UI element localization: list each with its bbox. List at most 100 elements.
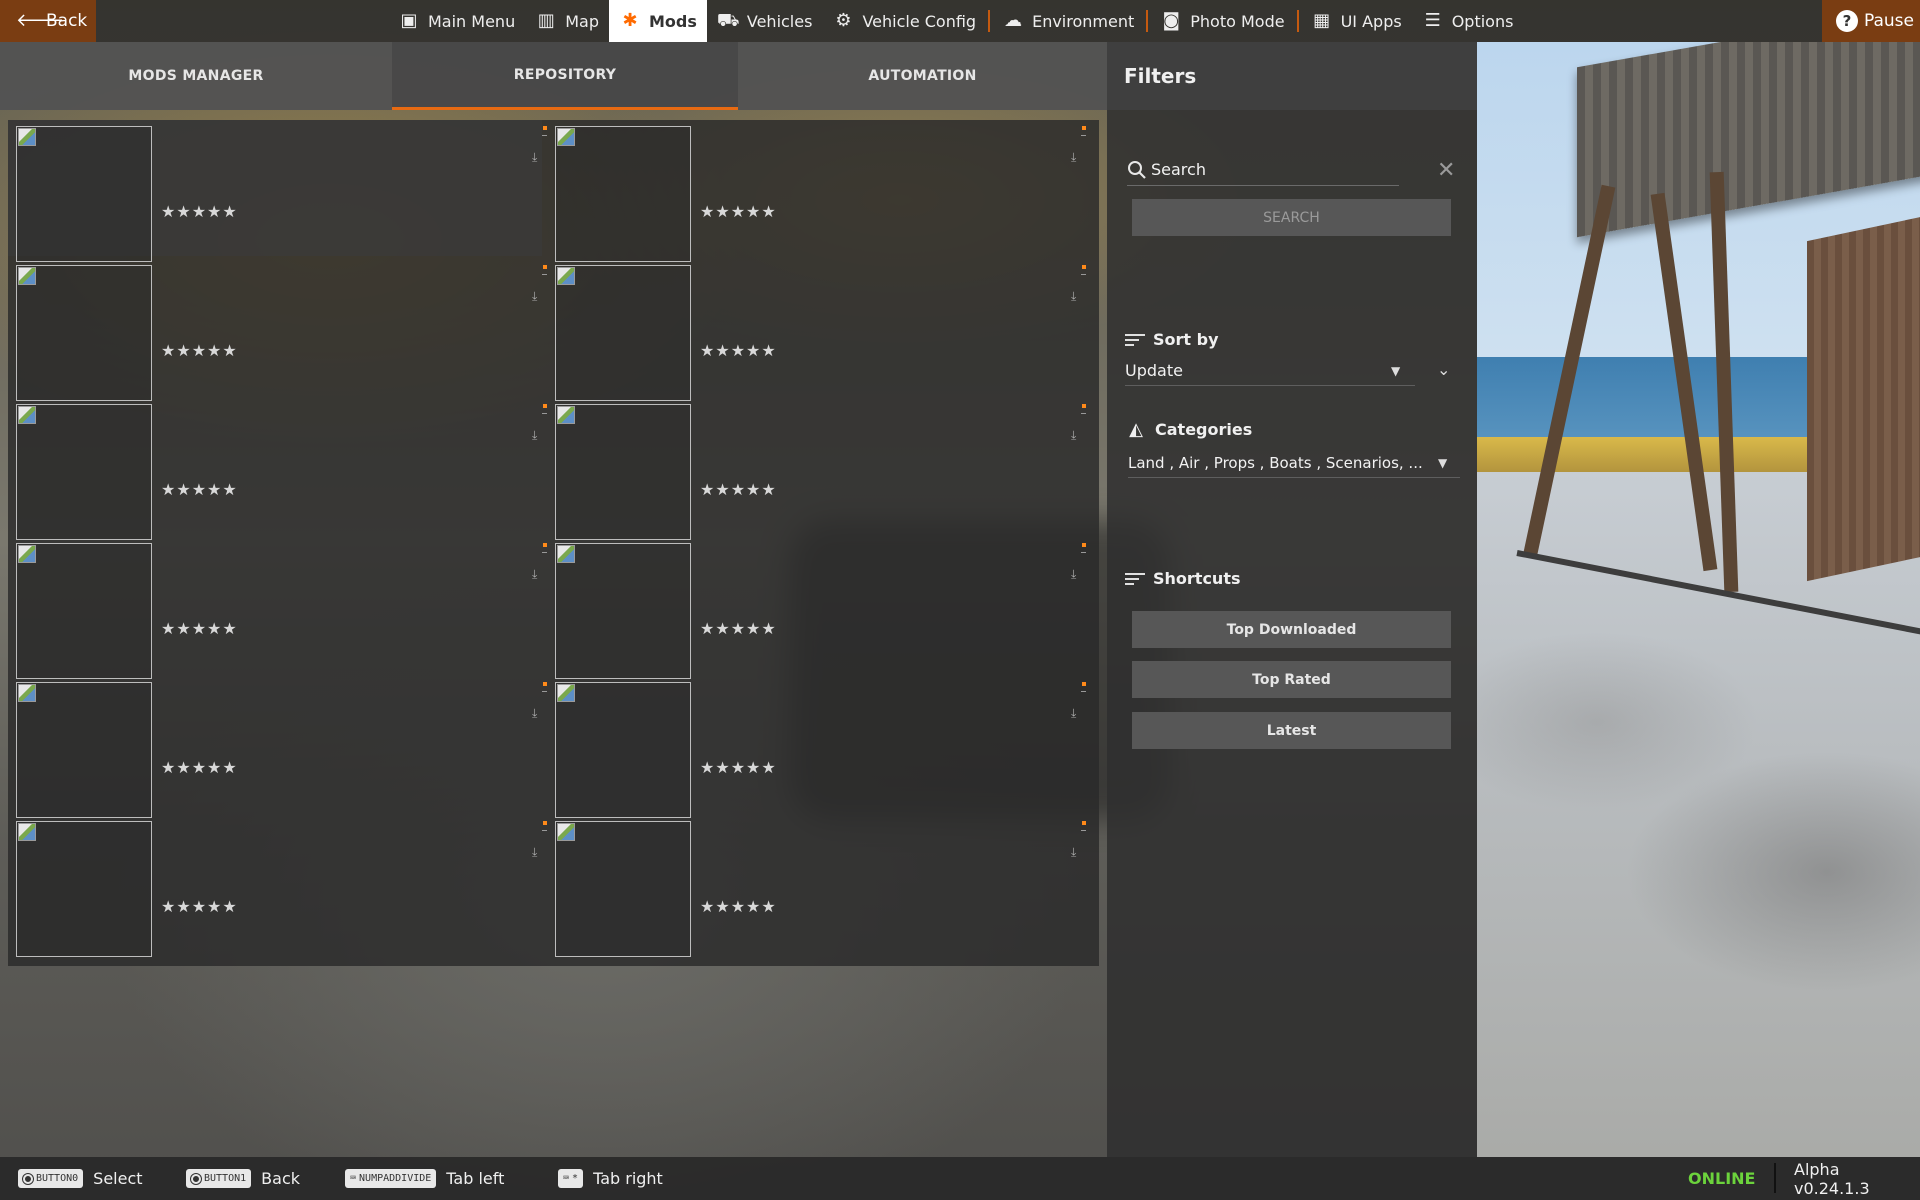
mod-thumbnail bbox=[555, 265, 691, 401]
key-badge: ⌨ NUMPADDIVIDE bbox=[345, 1169, 437, 1188]
sort-direction-chevron-icon[interactable]: ⌄ bbox=[1437, 360, 1450, 379]
clear-search-icon[interactable]: ✕ bbox=[1437, 158, 1455, 183]
shortcuts-title: Shortcuts bbox=[1125, 569, 1241, 588]
download-icon[interactable]: ⤓ bbox=[532, 289, 537, 304]
mod-card[interactable]: ★★★★★ ⤓ bbox=[547, 259, 1086, 401]
search-button[interactable]: SEARCH bbox=[1132, 199, 1451, 236]
nav-item-ui-apps[interactable]: ▦ UI Apps bbox=[1301, 0, 1412, 42]
mod-card[interactable]: ★★★★★ ⤓ bbox=[8, 815, 547, 957]
mod-status-dash bbox=[1081, 691, 1086, 692]
download-icon[interactable]: ⤓ bbox=[1071, 567, 1076, 582]
tab-automation[interactable]: AUTOMATION bbox=[738, 42, 1107, 110]
categories-select[interactable]: Land , Air , Props , Boats , Scenarios, … bbox=[1128, 448, 1460, 478]
shortcuts-icon bbox=[1125, 570, 1145, 588]
download-icon[interactable]: ⤓ bbox=[532, 150, 537, 165]
mod-thumbnail bbox=[16, 821, 152, 957]
categories-title: ◭ Categories bbox=[1125, 420, 1252, 439]
categories-value: Land , Air , Props , Boats , Scenarios, … bbox=[1128, 453, 1423, 472]
dropdown-caret-icon: ▼ bbox=[1438, 455, 1448, 470]
dropdown-caret-icon: ▼ bbox=[1391, 363, 1401, 378]
nav-item-mods[interactable]: ✱ Mods bbox=[608, 0, 707, 42]
shortcut-latest-button[interactable]: Latest bbox=[1132, 712, 1451, 749]
mod-card[interactable]: ★★★★★ ⤓ bbox=[547, 398, 1086, 540]
mod-card[interactable]: ★★★★★ ⤓ bbox=[547, 676, 1086, 818]
download-icon[interactable]: ⤓ bbox=[1071, 706, 1076, 721]
nav-item-label: Mods bbox=[648, 11, 697, 31]
download-icon[interactable]: ⤓ bbox=[1071, 845, 1076, 860]
engine-icon: ⚙ bbox=[835, 10, 852, 31]
mod-card[interactable]: ★★★★★ ⤓ bbox=[8, 259, 547, 401]
key-label: NUMPADDIVIDE bbox=[359, 1173, 432, 1184]
main-menu-icon: ▣ bbox=[400, 10, 418, 31]
key-badge: BUTTON0 bbox=[18, 1169, 84, 1188]
puzzle-icon: ✱ bbox=[622, 10, 638, 31]
mod-card[interactable]: ★★★★★ ⤓ bbox=[8, 676, 547, 818]
mod-card[interactable]: ★★★★★ ⤓ bbox=[8, 398, 547, 540]
sort-by-label: Sort by bbox=[1153, 330, 1219, 349]
search-icon bbox=[1128, 160, 1146, 179]
mod-card[interactable]: ★★★★★ ⤓ bbox=[8, 537, 547, 679]
nav-separator bbox=[988, 10, 991, 32]
mod-status-dot bbox=[1082, 126, 1086, 130]
mod-rating-stars: ★★★★★ bbox=[161, 202, 238, 221]
help-icon: ? bbox=[1836, 10, 1858, 32]
key-label: BUTTON1 bbox=[204, 1173, 247, 1184]
nav-item-label: Map bbox=[565, 11, 599, 31]
mod-thumbnail bbox=[555, 404, 691, 540]
nav-item-map[interactable]: ▥ Map bbox=[525, 0, 609, 42]
tag-icon: ◭ bbox=[1129, 418, 1143, 440]
tab-repository[interactable]: REPOSITORY bbox=[392, 42, 738, 110]
mod-thumbnail bbox=[555, 821, 691, 957]
download-icon[interactable]: ⤓ bbox=[532, 845, 537, 860]
nav-item-label: Main Menu bbox=[428, 11, 516, 31]
download-icon[interactable]: ⤓ bbox=[532, 567, 537, 582]
download-icon[interactable]: ⤓ bbox=[1071, 289, 1076, 304]
mod-status-dash bbox=[1081, 135, 1086, 136]
download-icon[interactable]: ⤓ bbox=[532, 428, 537, 443]
mod-status-dot bbox=[1082, 265, 1086, 269]
tab-mods-manager[interactable]: MODS MANAGER bbox=[0, 42, 392, 110]
search-input[interactable] bbox=[1151, 160, 1381, 179]
mod-rating-stars: ★★★★★ bbox=[161, 758, 238, 777]
mod-status-dot bbox=[1082, 821, 1086, 825]
camera-icon: ◙ bbox=[1162, 10, 1180, 31]
nav-item-main-menu[interactable]: ▣ Main Menu bbox=[388, 0, 525, 42]
download-icon[interactable]: ⤓ bbox=[1071, 150, 1076, 165]
weather-icon: ☁ bbox=[1004, 10, 1023, 31]
mod-thumbnail bbox=[555, 543, 691, 679]
game-viewport bbox=[1477, 42, 1920, 1157]
key-label: BUTTON0 bbox=[36, 1173, 79, 1184]
version-label: Alpha v0.24.1.3 bbox=[1794, 1159, 1870, 1198]
back-button[interactable]: 🡐 Back bbox=[0, 0, 96, 42]
nav-item-vehicles[interactable]: ⛟ Vehicles bbox=[707, 0, 823, 42]
download-icon[interactable]: ⤓ bbox=[1071, 428, 1076, 443]
mod-thumbnail bbox=[16, 404, 152, 540]
viewport-shelter-wall bbox=[1807, 202, 1920, 582]
nav-item-photo-mode[interactable]: ◙ Photo Mode bbox=[1150, 0, 1294, 42]
sort-by-value: Update bbox=[1125, 361, 1183, 380]
mod-card[interactable]: ★★★★★ ⤓ bbox=[547, 120, 1086, 262]
nav-item-label: Vehicles bbox=[746, 11, 813, 31]
shortcut-top-rated-button[interactable]: Top Rated bbox=[1132, 661, 1451, 698]
shortcut-top-downloaded-button[interactable]: Top Downloaded bbox=[1132, 611, 1451, 648]
key-badge: ⌨ * bbox=[558, 1169, 584, 1188]
mod-rating-stars: ★★★★★ bbox=[161, 341, 238, 360]
mod-rating-stars: ★★★★★ bbox=[161, 619, 238, 638]
pause-button[interactable]: ? Pause bbox=[1822, 0, 1920, 42]
mod-card[interactable]: ★★★★★ ⤓ bbox=[547, 815, 1086, 957]
mod-status-dot bbox=[1082, 682, 1086, 686]
mods-tabs: MODS MANAGER REPOSITORY AUTOMATION bbox=[0, 42, 1107, 110]
filters-panel: Filters ✕ SEARCH Sort by Update ▼ ⌄ ◭ Ca… bbox=[1107, 42, 1477, 1157]
download-icon[interactable]: ⤓ bbox=[532, 706, 537, 721]
mod-thumbnail bbox=[16, 126, 152, 262]
nav-item-options[interactable]: ☰ Options bbox=[1412, 0, 1524, 42]
hint-label: Tab right bbox=[593, 1169, 663, 1188]
mod-card[interactable]: ★★★★★ ⤓ bbox=[8, 120, 547, 262]
mod-card[interactable]: ★★★★★ ⤓ bbox=[547, 537, 1086, 679]
mod-rating-stars: ★★★★★ bbox=[700, 619, 777, 638]
sort-by-select[interactable]: Update ▼ bbox=[1125, 356, 1415, 386]
hint-back: BUTTON1 Back bbox=[186, 1169, 300, 1188]
nav-item-vehicle-config[interactable]: ⚙ Vehicle Config bbox=[822, 0, 986, 42]
online-status: ONLINE bbox=[1688, 1169, 1756, 1188]
nav-item-environment[interactable]: ☁ Environment bbox=[992, 0, 1144, 42]
